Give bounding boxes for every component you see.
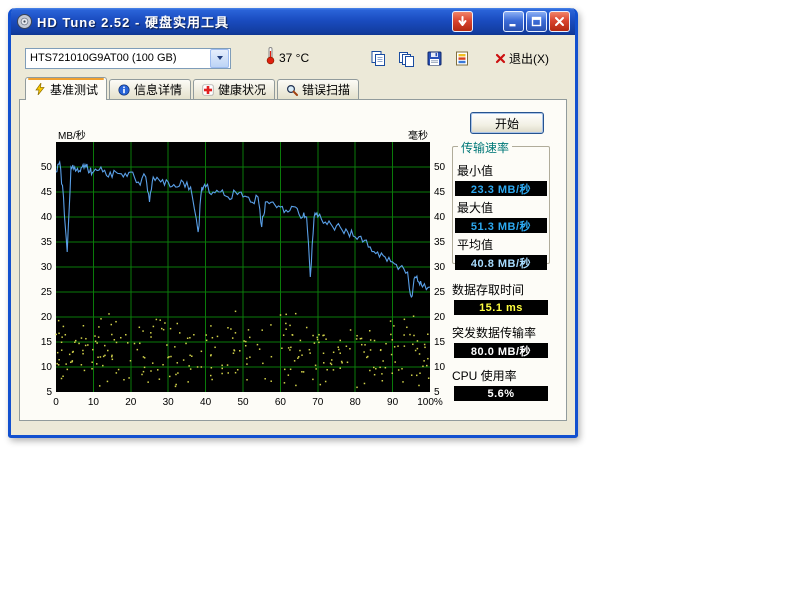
copy-pages-icon <box>398 50 415 67</box>
svg-text:5: 5 <box>46 387 52 398</box>
info-icon <box>118 84 130 96</box>
svg-text:40: 40 <box>41 212 53 223</box>
svg-text:40: 40 <box>200 397 212 408</box>
transfer-rate-group: 传输速率 最小值 23.3 MB/秒 最大值 51.3 MB/秒 平均值 40.… <box>452 146 550 264</box>
svg-text:10: 10 <box>88 397 100 408</box>
access-time-value: 15.1 ms <box>454 300 548 315</box>
tab-health[interactable]: 健康状况 <box>193 79 275 99</box>
svg-text:45: 45 <box>434 187 446 198</box>
exit-icon <box>495 53 506 64</box>
access-time-label: 数据存取时间 <box>452 281 550 298</box>
svg-text:0: 0 <box>53 397 59 408</box>
chevron-down-icon[interactable] <box>210 49 229 68</box>
cpu-usage-stat: CPU 使用率 5.6% <box>452 364 550 401</box>
start-button[interactable]: 开始 <box>470 112 544 134</box>
copy-button[interactable] <box>367 47 389 69</box>
svg-text:100%: 100% <box>417 397 443 408</box>
hdtune-window: HD Tune 2.52 - 硬盘实用工具 HTS721010G9 <box>8 8 578 438</box>
close-button[interactable] <box>549 11 570 32</box>
tab-benchmark[interactable]: 基准测试 <box>25 77 107 100</box>
tab-error-scan[interactable]: 错误扫描 <box>277 79 359 99</box>
burst-rate-stat: 突发数据传输率 80.0 MB/秒 <box>452 321 550 358</box>
side-panel: 开始 传输速率 最小值 23.3 MB/秒 最大值 51.3 MB/秒 平均值 … <box>452 100 552 420</box>
exit-button[interactable]: 退出(X) <box>491 48 553 69</box>
download-button[interactable] <box>452 11 473 32</box>
burst-rate-value: 80.0 MB/秒 <box>454 343 548 358</box>
minimize-button[interactable] <box>503 11 524 32</box>
svg-text:15: 15 <box>41 337 53 348</box>
access-time-stat: 数据存取时间 15.1 ms <box>452 278 550 315</box>
avg-label: 平均值 <box>457 236 549 253</box>
svg-text:60: 60 <box>275 397 287 408</box>
toolbar-icons <box>367 47 473 69</box>
svg-text:70: 70 <box>312 397 324 408</box>
tab-info[interactable]: 信息详情 <box>109 79 191 99</box>
min-label: 最小值 <box>457 162 549 179</box>
svg-text:80: 80 <box>350 397 362 408</box>
min-value: 23.3 MB/秒 <box>455 181 547 196</box>
burst-rate-label: 突发数据传输率 <box>452 324 550 341</box>
tab-label: 健康状况 <box>218 81 266 98</box>
tab-label: 错误扫描 <box>302 81 350 98</box>
benchmark-chart: 50 50 45 45 40 40 35 35 30 30 25 25 20 20 15 15 10 10 5 50 1… <box>24 104 460 416</box>
cpu-usage-label: CPU 使用率 <box>452 367 550 384</box>
max-value: 51.3 MB/秒 <box>455 218 547 233</box>
svg-text:20: 20 <box>434 312 446 323</box>
svg-text:50: 50 <box>41 162 53 173</box>
svg-text:45: 45 <box>41 187 53 198</box>
svg-text:25: 25 <box>41 287 53 298</box>
drive-select[interactable]: HTS721010G9AT00 (100 GB) <box>25 48 231 69</box>
cpu-usage-value: 5.6% <box>454 386 548 401</box>
options-icon <box>454 50 471 67</box>
close-icon <box>553 15 566 28</box>
benchmark-panel: 50 50 45 45 40 40 35 35 30 30 25 25 20 20 15 15 10 10 5 50 1… <box>19 99 567 421</box>
group-title: 传输速率 <box>458 139 512 156</box>
copy-icon <box>370 50 387 67</box>
scan-icon <box>286 84 298 96</box>
temperature-label: 37 °C <box>279 51 309 65</box>
options-button[interactable] <box>451 47 473 69</box>
svg-text:20: 20 <box>125 397 137 408</box>
copy-pages-button[interactable] <box>395 47 417 69</box>
down-arrow-icon <box>456 15 469 28</box>
svg-text:10: 10 <box>41 362 53 373</box>
svg-text:50: 50 <box>237 397 249 408</box>
svg-text:毫秒: 毫秒 <box>408 129 428 142</box>
svg-text:30: 30 <box>434 262 446 273</box>
thermometer-icon <box>265 46 276 70</box>
avg-value: 40.8 MB/秒 <box>455 255 547 270</box>
tabstrip: 基准测试 信息详情 健康状况 错误扫描 <box>11 75 575 99</box>
app-icon <box>16 13 33 30</box>
svg-text:30: 30 <box>163 397 175 408</box>
minimize-icon <box>507 15 520 28</box>
svg-text:25: 25 <box>434 287 446 298</box>
max-label: 最大值 <box>457 199 549 216</box>
window-title: HD Tune 2.52 - 硬盘实用工具 <box>37 12 450 31</box>
drive-select-value: HTS721010G9AT00 (100 GB) <box>26 52 209 64</box>
exit-label: 退出(X) <box>509 50 549 67</box>
svg-text:20: 20 <box>41 312 53 323</box>
save-button[interactable] <box>423 47 445 69</box>
svg-text:15: 15 <box>434 337 446 348</box>
tab-label: 基准测试 <box>50 81 98 98</box>
maximize-icon <box>530 15 543 28</box>
svg-text:MB/秒: MB/秒 <box>58 129 86 142</box>
maximize-button[interactable] <box>526 11 547 32</box>
svg-text:30: 30 <box>41 262 53 273</box>
svg-text:90: 90 <box>387 397 399 408</box>
svg-text:40: 40 <box>434 212 446 223</box>
benchmark-icon <box>34 83 46 95</box>
svg-text:10: 10 <box>434 362 446 373</box>
svg-text:35: 35 <box>41 237 53 248</box>
toolbar: HTS721010G9AT00 (100 GB) 37 °C <box>11 35 575 75</box>
svg-text:50: 50 <box>434 162 446 173</box>
svg-text:35: 35 <box>434 237 446 248</box>
tab-label: 信息详情 <box>134 81 182 98</box>
titlebar[interactable]: HD Tune 2.52 - 硬盘实用工具 <box>11 8 575 35</box>
health-icon <box>202 84 214 96</box>
save-icon <box>426 50 443 67</box>
